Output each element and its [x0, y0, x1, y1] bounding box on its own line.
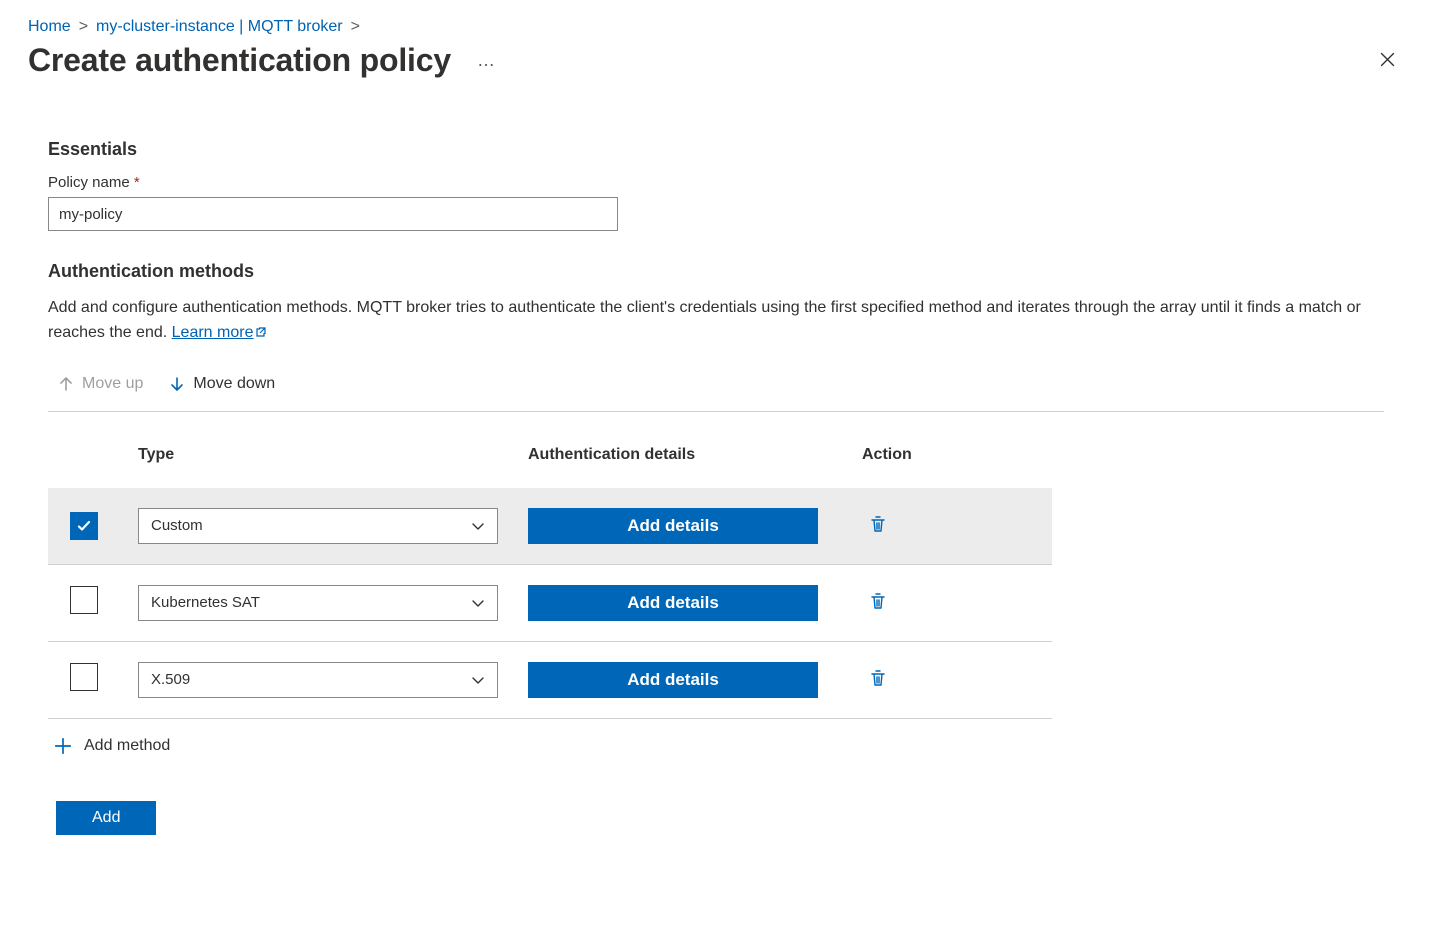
- breadcrumb-separator: >: [351, 18, 360, 36]
- arrow-down-icon: [169, 376, 185, 392]
- title-bar: Create authentication policy …: [0, 40, 1432, 109]
- trash-icon: [868, 514, 888, 534]
- move-down-button[interactable]: Move down: [169, 373, 275, 395]
- trash-icon: [868, 591, 888, 611]
- breadcrumb-home-link[interactable]: Home: [28, 18, 71, 36]
- add-details-button[interactable]: Add details: [528, 508, 818, 544]
- policy-name-input[interactable]: [48, 197, 618, 231]
- add-method-button[interactable]: Add method: [48, 719, 176, 761]
- row-checkbox[interactable]: [70, 663, 98, 691]
- chevron-down-icon: [471, 596, 485, 610]
- column-header-action: Action: [848, 446, 1052, 488]
- type-select-value: X.509: [151, 671, 190, 688]
- close-icon: [1379, 51, 1396, 68]
- policy-name-label: Policy name *: [48, 174, 1384, 191]
- learn-more-link[interactable]: Learn more: [172, 324, 268, 341]
- breadcrumb-resource-link[interactable]: my-cluster-instance | MQTT broker: [96, 18, 343, 36]
- essentials-heading: Essentials: [48, 139, 1384, 160]
- page-title: Create authentication policy: [28, 42, 451, 79]
- type-select-value: Kubernetes SAT: [151, 594, 260, 611]
- close-button[interactable]: [1371, 43, 1404, 79]
- arrow-up-icon: [58, 376, 74, 392]
- add-button[interactable]: Add: [56, 801, 156, 835]
- chevron-down-icon: [471, 519, 485, 533]
- move-up-button[interactable]: Move up: [58, 373, 143, 395]
- column-header-type: Type: [138, 446, 528, 488]
- chevron-down-icon: [471, 673, 485, 687]
- auth-methods-heading: Authentication methods: [48, 261, 1384, 282]
- breadcrumb-separator: >: [79, 18, 88, 36]
- table-row: X.509 Add details: [48, 641, 1052, 718]
- external-link-icon: [255, 322, 267, 347]
- trash-icon: [868, 668, 888, 688]
- footer: Add: [48, 801, 1384, 835]
- move-toolbar: Move up Move down: [48, 367, 1384, 412]
- type-select[interactable]: Kubernetes SAT: [138, 585, 498, 621]
- breadcrumb: Home > my-cluster-instance | MQTT broker…: [0, 0, 1432, 40]
- table-row: Kubernetes SAT Add details: [48, 564, 1052, 641]
- row-checkbox[interactable]: [70, 512, 98, 540]
- type-select-value: Custom: [151, 517, 203, 534]
- auth-methods-table: Type Authentication details Action Custo…: [48, 446, 1052, 719]
- plus-icon: [54, 737, 72, 755]
- type-select[interactable]: X.509: [138, 662, 498, 698]
- delete-row-button[interactable]: [862, 510, 894, 541]
- table-row: Custom Add details: [48, 488, 1052, 565]
- row-checkbox[interactable]: [70, 586, 98, 614]
- auth-methods-description: Add and configure authentication methods…: [48, 296, 1368, 347]
- add-details-button[interactable]: Add details: [528, 585, 818, 621]
- column-header-details: Authentication details: [528, 446, 848, 488]
- add-details-button[interactable]: Add details: [528, 662, 818, 698]
- type-select[interactable]: Custom: [138, 508, 498, 544]
- delete-row-button[interactable]: [862, 664, 894, 695]
- content-area: Essentials Policy name * Authentication …: [0, 139, 1432, 875]
- more-actions-button[interactable]: …: [469, 46, 505, 75]
- delete-row-button[interactable]: [862, 587, 894, 618]
